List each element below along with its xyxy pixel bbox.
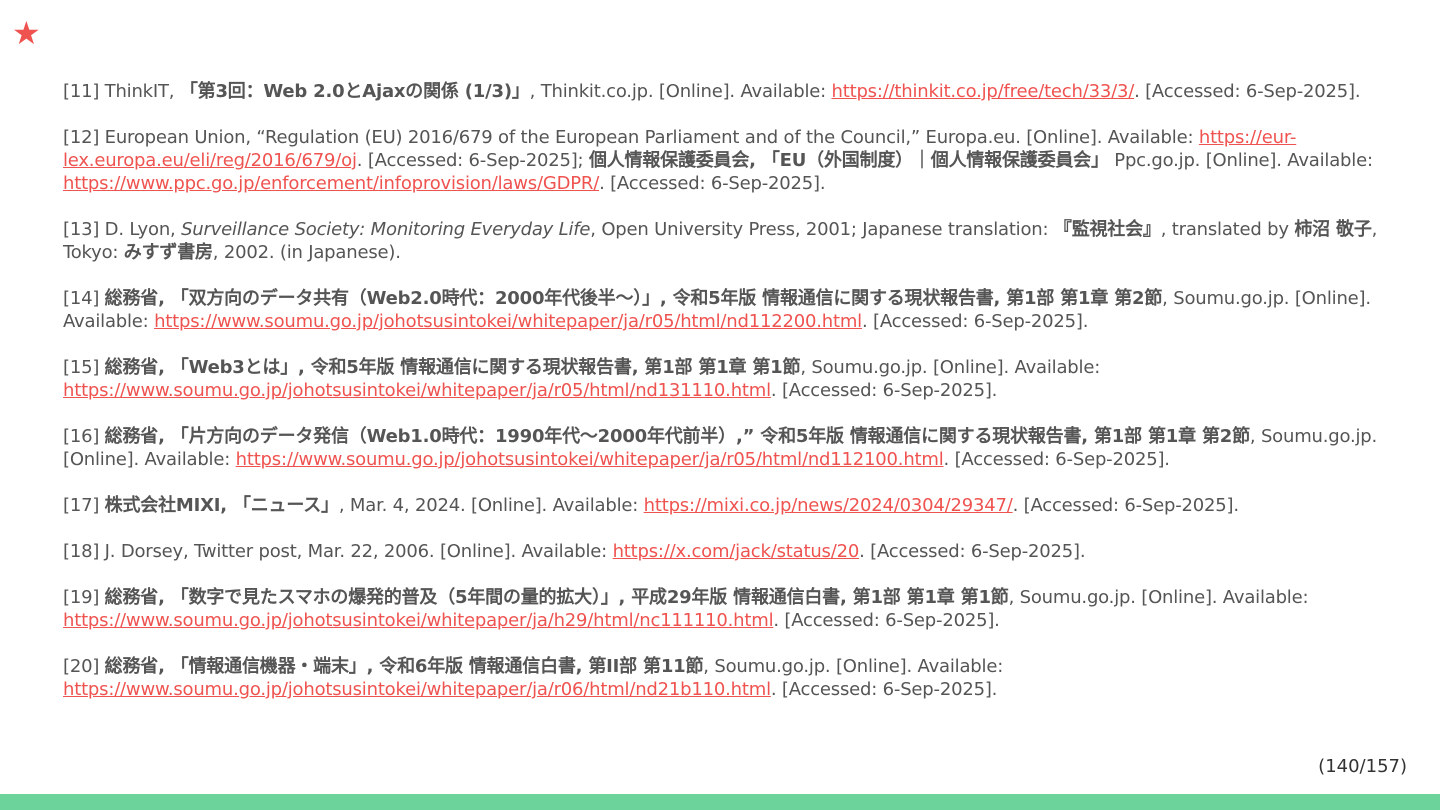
- star-icon: ★: [12, 14, 41, 52]
- bottom-accent-bar: [0, 794, 1440, 810]
- reference-text: [11] ThinkIT,: [63, 81, 180, 102]
- reference-text: . [Accessed: 6-Sep-2025].: [773, 610, 1000, 631]
- reference-list: [11] ThinkIT, 「第3回：Web 2.0とAjaxの関係 (1/3)…: [63, 80, 1383, 724]
- reference-text: , Mar. 4, 2024. [Online]. Available:: [338, 495, 644, 516]
- reference-item: [15] 総務省, 「Web3とは」, 令和5年版 情報通信に関する現状報告書,…: [63, 356, 1383, 402]
- reference-item: [12] European Union, “Regulation (EU) 20…: [63, 126, 1383, 195]
- reference-text: , Soumu.go.jp. [Online]. Available:: [1008, 587, 1309, 608]
- reference-text: . [Accessed: 6-Sep-2025];: [356, 150, 589, 171]
- page-number: (140/157): [1318, 756, 1407, 777]
- reference-title-text: 総務省, 「情報通信機器・端末」, 令和6年版 情報通信白書, 第II部 第11…: [104, 656, 704, 677]
- reference-text: [12] European Union, “Regulation (EU) 20…: [63, 127, 1199, 148]
- reference-link[interactable]: https://www.soumu.go.jp/johotsusintokei/…: [63, 380, 771, 401]
- reference-text: , Open University Press, 2001; Japanese …: [590, 219, 1054, 240]
- reference-item: [16] 総務省, 「片方向のデータ発信（Web1.0時代：1990年代〜200…: [63, 425, 1383, 471]
- reference-link[interactable]: https://thinkit.co.jp/free/tech/33/3/: [832, 81, 1135, 102]
- reference-title-text: 総務省, 「Web3とは」, 令和5年版 情報通信に関する現状報告書, 第1部 …: [104, 357, 801, 378]
- reference-title-text: みすず書房: [123, 242, 213, 263]
- reference-text: . [Accessed: 6-Sep-2025].: [943, 449, 1170, 470]
- reference-text: Ppc.go.jp. [Online]. Available:: [1108, 150, 1373, 171]
- reference-text: [19]: [63, 587, 105, 608]
- reference-item: [17] 株式会社MIXI, 「ニュース」, Mar. 4, 2024. [On…: [63, 494, 1383, 517]
- reference-text: [18] J. Dorsey, Twitter post, Mar. 22, 2…: [63, 541, 613, 562]
- reference-item: [13] D. Lyon, Surveillance Society: Moni…: [63, 218, 1383, 264]
- reference-text: [17]: [63, 495, 105, 516]
- reference-link[interactable]: https://x.com/jack/status/20: [613, 541, 860, 562]
- reference-text: . [Accessed: 6-Sep-2025].: [599, 173, 826, 194]
- reference-text: [16]: [63, 426, 105, 447]
- reference-title-text: 『監視社会』: [1053, 219, 1161, 240]
- reference-text: . [Accessed: 6-Sep-2025].: [770, 380, 998, 401]
- reference-text: , 2002. (in Japanese).: [212, 242, 401, 263]
- reference-text: [15]: [63, 357, 105, 378]
- reference-title-text: 個人情報保護委員会, 「EU（外国制度）｜個人情報保護委員会」: [588, 150, 1109, 171]
- reference-link[interactable]: https://www.soumu.go.jp/johotsusintokei/…: [63, 610, 774, 631]
- reference-item: [20] 総務省, 「情報通信機器・端末」, 令和6年版 情報通信白書, 第II…: [63, 655, 1383, 701]
- reference-link[interactable]: https://www.soumu.go.jp/johotsusintokei/…: [236, 449, 944, 470]
- reference-title-text: 総務省, 「双方向のデータ共有（Web2.0時代：2000年代後半〜）」, 令和…: [104, 288, 1163, 309]
- reference-item: [14] 総務省, 「双方向のデータ共有（Web2.0時代：2000年代後半〜）…: [63, 287, 1383, 333]
- reference-text: . [Accessed: 6-Sep-2025].: [861, 311, 1089, 332]
- reference-title-text: 株式会社MIXI, 「ニュース」: [104, 495, 339, 516]
- reference-link[interactable]: https://www.soumu.go.jp/johotsusintokei/…: [154, 311, 862, 332]
- reference-text: [20]: [63, 656, 105, 677]
- reference-item: [19] 総務省, 「数字で見たスマホの爆発的普及（5年間の量的拡大）」, 平成…: [63, 586, 1383, 632]
- reference-title-text: 総務省, 「片方向のデータ発信（Web1.0時代：1990年代〜2000年代前半…: [104, 426, 1250, 447]
- reference-text: . [Accessed: 6-Sep-2025].: [859, 541, 1086, 562]
- reference-title-text: 「第3回：Web 2.0とAjaxの関係 (1/3)」: [179, 81, 530, 102]
- reference-text: . [Accessed: 6-Sep-2025].: [1012, 495, 1239, 516]
- reference-text: , Soumu.go.jp. [Online]. Available:: [703, 656, 1004, 677]
- reference-item: [11] ThinkIT, 「第3回：Web 2.0とAjaxの関係 (1/3)…: [63, 80, 1383, 103]
- reference-link[interactable]: https://www.ppc.go.jp/enforcement/infopr…: [63, 173, 599, 194]
- reference-text: . [Accessed: 6-Sep-2025].: [770, 679, 998, 700]
- reference-italic-text: Surveillance Society: Monitoring Everyda…: [181, 219, 591, 240]
- reference-title-text: 柿沼 敬子: [1294, 219, 1372, 240]
- reference-text: [14]: [63, 288, 105, 309]
- reference-link[interactable]: https://www.soumu.go.jp/johotsusintokei/…: [63, 679, 771, 700]
- reference-text: , translated by: [1160, 219, 1295, 240]
- reference-title-text: 総務省, 「数字で見たスマホの爆発的普及（5年間の量的拡大）」, 平成29年版 …: [104, 587, 1009, 608]
- reference-link[interactable]: https://mixi.co.jp/news/2024/0304/29347/: [644, 495, 1013, 516]
- reference-text: . [Accessed: 6-Sep-2025].: [1134, 81, 1361, 102]
- reference-text: [13] D. Lyon,: [63, 219, 182, 240]
- reference-text: , Soumu.go.jp. [Online]. Available:: [800, 357, 1101, 378]
- reference-text: , Thinkit.co.jp. [Online]. Available:: [529, 81, 832, 102]
- reference-item: [18] J. Dorsey, Twitter post, Mar. 22, 2…: [63, 540, 1383, 563]
